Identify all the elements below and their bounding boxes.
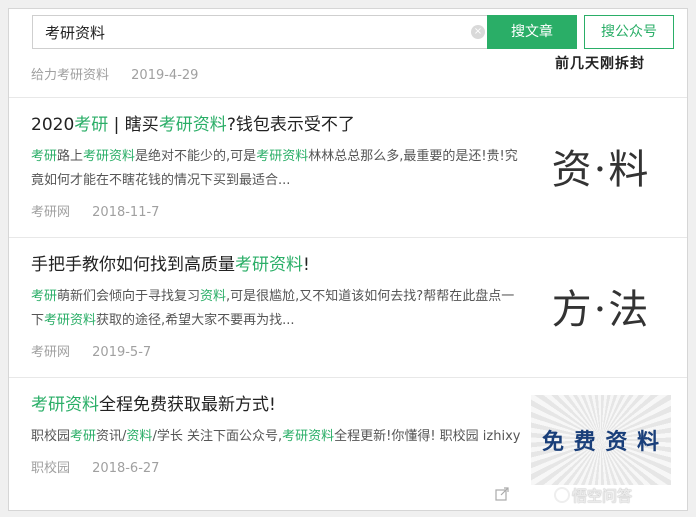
- snippet-text: /学长 关注下面公众号,: [152, 429, 283, 444]
- thumbnail-caption: 资·料: [551, 147, 651, 193]
- result-meta: 考研网 2019-5-7: [31, 341, 521, 360]
- results-panel: × 搜文章 搜公众号 给力考研资料 2019-4-29 前几天刚拆封 2020考…: [8, 8, 688, 511]
- result-thumbnail[interactable]: 资·料: [531, 121, 671, 211]
- divider: [9, 97, 687, 98]
- result-source: 考研网: [31, 345, 71, 360]
- snippet-highlight: 考研资料: [44, 313, 97, 328]
- snippet-text: 是绝对不能少的,可是: [135, 149, 257, 164]
- title-text: 手把手教你如何找到高质量: [31, 255, 235, 275]
- snippet-highlight: 考研: [31, 149, 58, 164]
- result-snippet: 考研路上考研资料是绝对不能少的,可是考研资料林林总总那么多,最重要的是还!贵!究…: [31, 145, 521, 193]
- result-date: 2019-5-7: [92, 345, 152, 360]
- search-articles-button[interactable]: 搜文章: [487, 15, 577, 49]
- divider: [9, 377, 687, 378]
- snippet-highlight: 考研资料: [256, 149, 309, 164]
- snippet-text: 获取的途径,希望大家不要再为找...: [96, 313, 295, 328]
- result-date: 2018-6-27: [92, 461, 160, 476]
- thumbnail-caption: 方·法: [551, 287, 651, 333]
- title-highlight: 考研资料: [31, 395, 99, 415]
- thumbnail-caption: 前几天刚拆封: [555, 56, 645, 72]
- clear-icon[interactable]: ×: [471, 25, 485, 39]
- title-text: 全程免费获取最新方式!: [99, 395, 276, 415]
- snippet-highlight: 考研资料: [282, 429, 335, 444]
- title-highlight: 考研: [74, 115, 109, 135]
- result-meta: 考研网 2018-11-7: [31, 201, 521, 220]
- watermark-logo-icon: [554, 487, 570, 503]
- result-item-3[interactable]: 考研资料全程免费获取最新方式! 职校园考研资讯/资料/学长 关注下面公众号,考研…: [31, 393, 521, 476]
- top-result-thumbnail[interactable]: 前几天刚拆封: [531, 49, 669, 79]
- result-date: 2018-11-7: [92, 205, 160, 220]
- share-icon[interactable]: [495, 487, 509, 501]
- title-text: ?钱包表示受不了: [226, 115, 355, 135]
- snippet-highlight: 资料: [126, 429, 153, 444]
- thumbnail-caption: 免 费 资 料: [542, 430, 660, 455]
- divider: [9, 237, 687, 238]
- result-title[interactable]: 考研资料全程免费获取最新方式!: [31, 393, 521, 417]
- watermark: 悟空问答: [572, 487, 633, 505]
- title-text: !: [303, 255, 310, 275]
- result-title[interactable]: 2020考研 | 瞎买考研资料?钱包表示受不了: [31, 113, 521, 137]
- snippet-text: 萌新们会倾向于寻找复习: [57, 289, 201, 304]
- snippet-highlight: 资料: [200, 289, 227, 304]
- result-source: 给力考研资料: [31, 68, 110, 83]
- snippet-text: 全程更新!你懂得! 职校园 izhixy: [334, 429, 521, 444]
- search-box[interactable]: ×: [32, 15, 496, 49]
- snippet-highlight: 考研: [31, 289, 58, 304]
- result-item-2[interactable]: 手把手教你如何找到高质量考研资料! 考研萌新们会倾向于寻找复习资料,可是很尴尬,…: [31, 253, 521, 360]
- title-text: | 瞎买: [108, 115, 159, 135]
- snippet-text: 资讯/: [96, 429, 127, 444]
- snippet-highlight: 考研资料: [83, 149, 136, 164]
- result-date: 2019-4-29: [131, 68, 199, 83]
- snippet-text: 职校园: [31, 429, 71, 444]
- result-snippet: 职校园考研资讯/资料/学长 关注下面公众号,考研资料全程更新!你懂得! 职校园 …: [31, 425, 521, 449]
- search-accounts-button[interactable]: 搜公众号: [584, 15, 674, 49]
- result-meta: 职校园 2018-6-27: [31, 457, 521, 476]
- result-thumbnail[interactable]: 方·法: [531, 261, 671, 351]
- title-text: 2020: [31, 115, 75, 135]
- snippet-highlight: 考研: [70, 429, 97, 444]
- result-item-1[interactable]: 2020考研 | 瞎买考研资料?钱包表示受不了 考研路上考研资料是绝对不能少的,…: [31, 113, 521, 220]
- snippet-text: 路上: [57, 149, 84, 164]
- top-result-meta: 给力考研资料 2019-4-29: [31, 64, 198, 83]
- result-source: 考研网: [31, 205, 71, 220]
- title-highlight: 考研资料: [158, 115, 227, 135]
- result-source: 职校园: [31, 461, 71, 476]
- search-input[interactable]: [33, 16, 465, 48]
- title-highlight: 考研资料: [235, 255, 303, 275]
- result-title[interactable]: 手把手教你如何找到高质量考研资料!: [31, 253, 521, 277]
- result-snippet: 考研萌新们会倾向于寻找复习资料,可是很尴尬,又不知道该如何去找?帮帮在此盘点一下…: [31, 285, 521, 333]
- result-thumbnail[interactable]: 免 费 资 料: [531, 395, 671, 485]
